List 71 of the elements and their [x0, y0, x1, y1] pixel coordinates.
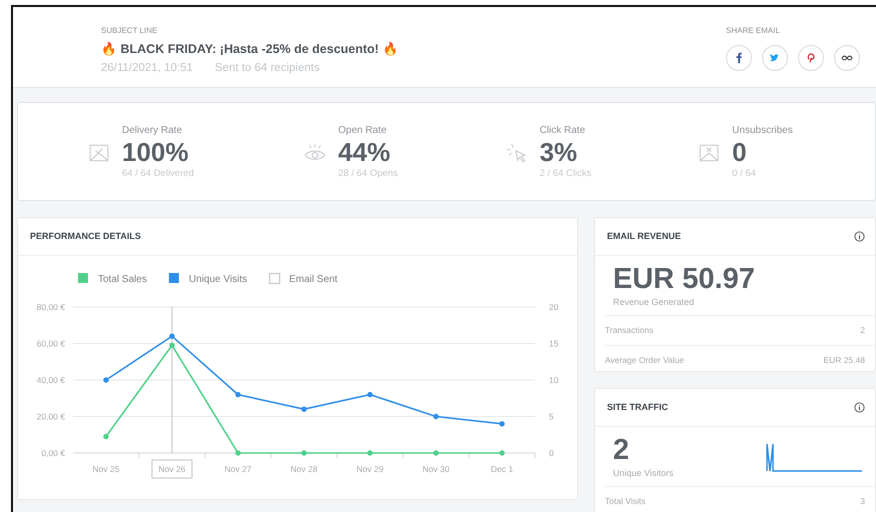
stat-label: Click Rate — [540, 124, 586, 138]
axis-label: 20 — [549, 302, 558, 312]
axis-label: Nov 30 — [422, 464, 450, 474]
point — [235, 392, 241, 398]
stat-value: 100% — [122, 138, 190, 167]
metric-value: EUR 50.97 — [613, 264, 755, 296]
row-label: Average Order Value — [605, 354, 684, 367]
stat-label: Unsubscribes — [732, 124, 793, 138]
send-date: 26/11/2021, 10:51 — [101, 60, 193, 76]
axis-label: 60,00 € — [36, 338, 65, 348]
legend-label: Unique Visits — [188, 274, 248, 285]
point — [103, 377, 109, 383]
share-button[interactable] — [726, 45, 752, 71]
axis-label: 40,00 € — [36, 375, 65, 385]
metric-value: 2 — [613, 435, 630, 467]
card-title: EMAIL REVENUE — [607, 230, 681, 243]
axis-label: 20,00 € — [36, 412, 65, 422]
point — [433, 414, 439, 420]
stat-detail: 28 / 64 Opens — [338, 166, 398, 181]
legend-label: Total Sales — [98, 274, 147, 285]
row-value: 3 — [860, 495, 865, 508]
cursor-icon — [506, 142, 528, 164]
row-value: 2 — [860, 324, 865, 338]
card-title: SITE TRAFFIC — [607, 400, 668, 414]
axis-label: Nov 25 — [92, 464, 120, 474]
email-subject: 🔥 BLACK FRIDAY: ¡Hasta -25% de descuento! 🔥 — [101, 41, 400, 58]
point — [169, 342, 175, 348]
stat-detail: 2 / 64 Clicks — [540, 166, 592, 181]
metric-caption: Revenue Generated — [613, 296, 696, 309]
stat-detail: 64 / 64 Delivered — [122, 166, 194, 181]
stat-value: 0 — [732, 138, 748, 167]
axis-label: Nov 29 — [356, 464, 384, 474]
row-value: EUR 25.48 — [823, 354, 865, 367]
stat-value: 3% — [540, 138, 578, 167]
axis-label: 0,00 € — [41, 448, 65, 458]
point — [301, 450, 307, 456]
point — [235, 450, 241, 456]
axis-label: 0 — [549, 448, 554, 458]
info-icon[interactable] — [854, 231, 865, 242]
axis-label: Nov 27 — [224, 464, 252, 474]
recipients-count: Sent to 64 recipients — [214, 60, 320, 76]
share-label: SHARE EMAIL — [726, 25, 781, 37]
share-button[interactable] — [798, 45, 824, 71]
metric-caption: Unique Visitors — [613, 466, 674, 480]
legend-label: Email Sent — [289, 274, 338, 285]
card-title: PERFORMANCE DETAILS — [30, 230, 141, 243]
axis-label: Nov 28 — [290, 464, 318, 474]
share-button[interactable] — [834, 45, 860, 71]
axis-label: 80,00 € — [36, 302, 65, 312]
point — [301, 406, 307, 412]
point — [499, 450, 505, 456]
info-icon[interactable] — [854, 402, 865, 413]
point — [169, 334, 175, 339]
point — [499, 421, 505, 426]
legend-swatch — [269, 272, 280, 284]
point — [367, 392, 373, 398]
point — [367, 450, 373, 456]
axis-label: Dec 1 — [490, 464, 514, 474]
row-label: Transactions — [605, 324, 654, 338]
row-label: Total Visits — [605, 495, 646, 508]
axis-label: Nov 26 — [158, 464, 186, 474]
point — [433, 450, 439, 456]
stat-label: Open Rate — [338, 124, 388, 138]
stat-detail: 0 / 64 — [732, 166, 757, 181]
stat-value: 44% — [338, 138, 392, 167]
axis-label: 5 — [549, 412, 554, 422]
subject-label: SUBJECT LINE — [101, 25, 158, 37]
axis-label: 15 — [549, 338, 558, 348]
point — [103, 434, 109, 440]
axis-label: 10 — [549, 375, 558, 385]
stat-label: Delivery Rate — [122, 124, 184, 138]
